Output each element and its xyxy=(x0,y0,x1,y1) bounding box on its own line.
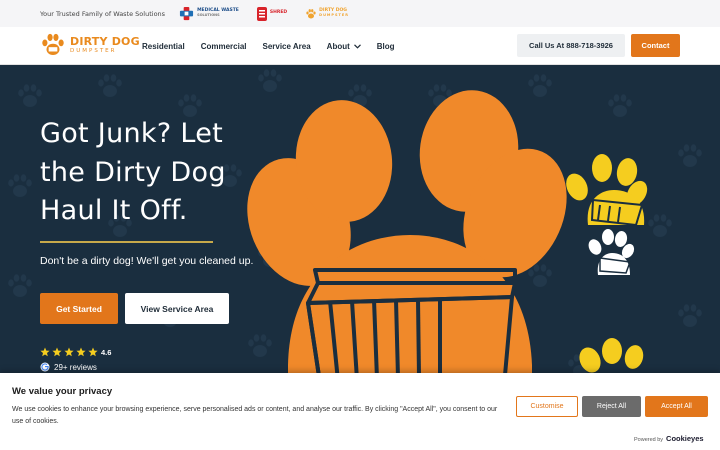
nav-residential[interactable]: Residential xyxy=(142,42,185,51)
medical-cross-icon xyxy=(180,6,194,21)
cookie-description: We use cookies to enhance your browsing … xyxy=(12,406,498,425)
logo-text-sub: DUMPSTER xyxy=(70,47,117,54)
nav-commercial[interactable]: Commercial xyxy=(201,42,247,51)
view-service-area-button[interactable]: View Service Area xyxy=(125,293,229,324)
yellow-paw-top xyxy=(566,154,648,225)
call-us-button[interactable]: Call Us At 888-718-3926 xyxy=(517,34,625,57)
nav-about[interactable]: About xyxy=(327,42,361,51)
cookieyes-logo: Cookieyes xyxy=(666,434,704,443)
partner-shred-label: SHRED xyxy=(269,10,288,16)
white-paw-mid xyxy=(588,229,635,275)
rating-stars: 4.6 xyxy=(40,347,111,357)
google-icon xyxy=(40,362,50,372)
nav-blog[interactable]: Blog xyxy=(377,42,395,51)
partner-shred[interactable]: SHRED xyxy=(256,6,288,21)
headline-line-1: Got Junk? Let xyxy=(40,118,224,149)
cookie-reject-all-button[interactable]: Reject All xyxy=(582,396,641,417)
nav-about-label: About xyxy=(326,41,350,51)
star-icon xyxy=(64,347,74,357)
star-icon xyxy=(40,347,50,357)
chevron-down-icon xyxy=(353,43,361,49)
partner-medical-waste[interactable]: MEDICAL WASTE SOLUTIONS xyxy=(179,6,239,21)
cookie-accept-all-button[interactable]: Accept All xyxy=(645,396,708,417)
nav-service-area[interactable]: Service Area xyxy=(262,42,310,51)
tagline: Your Trusted Family of Waste Solutions xyxy=(40,9,166,18)
rating-value: 4.6 xyxy=(101,347,112,357)
cookie-consent-banner: We value your privacy We use cookies to … xyxy=(0,373,720,450)
cookie-title: We value your privacy xyxy=(12,386,113,397)
contact-button[interactable]: Contact xyxy=(631,34,680,57)
partner-dirtydog-line2: DUMPSTER xyxy=(319,13,349,18)
headline-line-2: the Dirty Dog xyxy=(40,156,226,188)
site-logo[interactable]: DIRTY DOG DUMPSTER xyxy=(40,32,140,58)
yellow-paw-bottom xyxy=(579,338,644,373)
main-nav: DIRTY DOG DUMPSTER Residential Commercia… xyxy=(0,27,720,65)
star-icon xyxy=(88,347,98,357)
reviews-count: 29+ reviews xyxy=(54,362,97,372)
partner-strip: Your Trusted Family of Waste Solutions M… xyxy=(0,0,720,27)
get-started-button[interactable]: Get Started xyxy=(40,293,118,324)
reviews-link[interactable]: 29+ reviews xyxy=(40,362,97,372)
cookie-customise-button[interactable]: Customise xyxy=(516,396,578,417)
hero-headline: Got Junk? Let the Dirty Dog Haul It Off. xyxy=(40,115,300,231)
nav-links: Residential Commercial Service Area Abou… xyxy=(142,27,411,65)
paw-logo-icon xyxy=(42,33,64,55)
powered-by-cookieyes[interactable]: Powered by Cookieyes xyxy=(634,434,704,443)
partner-dirty-dog[interactable]: DIRTY DOG DUMPSTER xyxy=(305,8,349,20)
hero-subheadline: Don't be a dirty dog! We'll get you clea… xyxy=(40,255,254,267)
shred-logo-icon xyxy=(256,6,267,21)
headline-line-3: Haul It Off. xyxy=(40,195,188,226)
headline-divider xyxy=(40,241,213,243)
logo-text-main: DIRTY DOG xyxy=(70,34,140,48)
paw-icon xyxy=(306,8,316,18)
powered-by-label: Powered by xyxy=(634,437,664,443)
partner-medical-line2: SOLUTIONS xyxy=(197,13,220,18)
star-icon xyxy=(52,347,62,357)
star-icon xyxy=(76,347,86,357)
